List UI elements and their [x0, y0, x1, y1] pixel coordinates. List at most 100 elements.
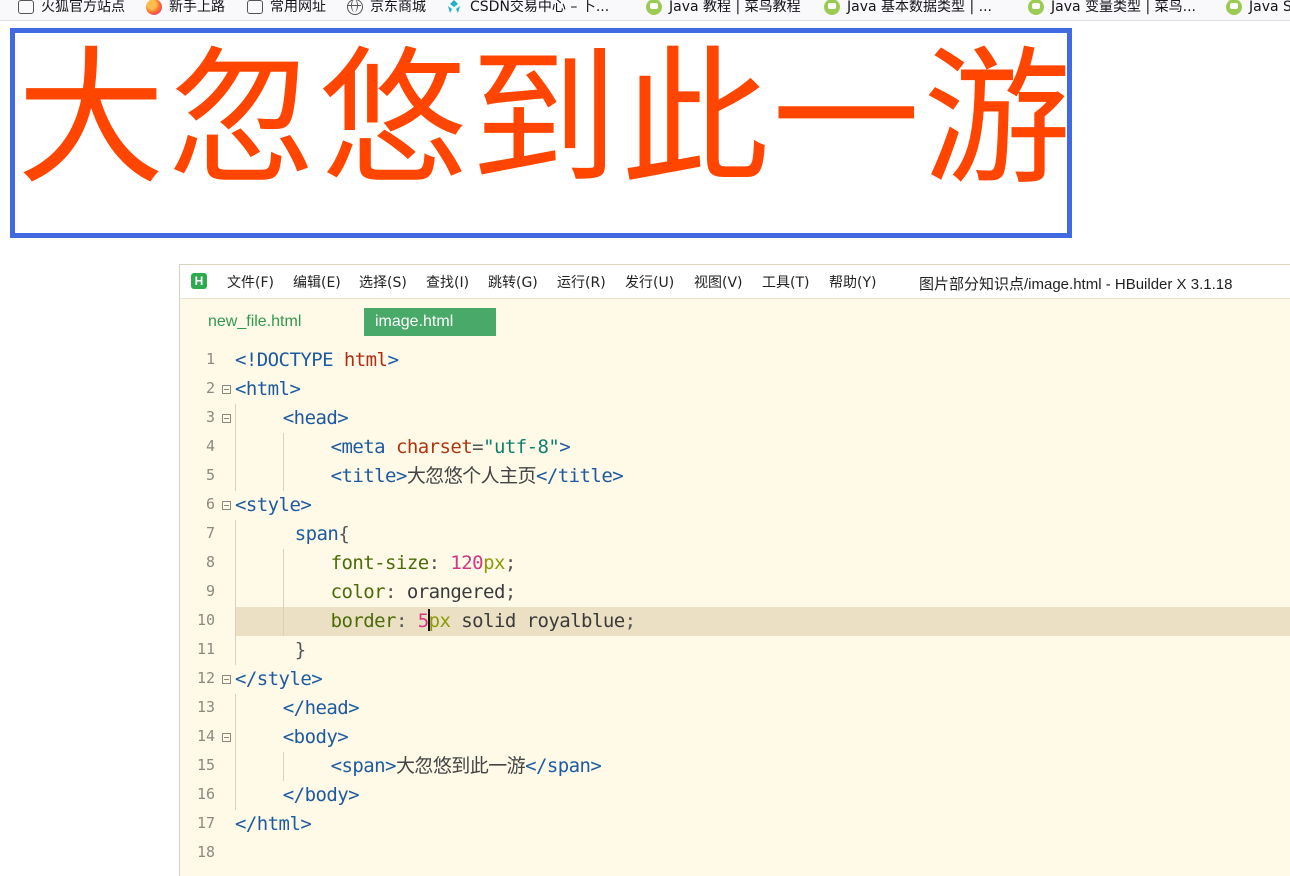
editor-tabs: new_file.html image.html [180, 298, 1290, 340]
menu-edit[interactable]: 编辑(E) [293, 272, 341, 292]
code-token: </span> [525, 755, 602, 777]
fold-toggle-icon[interactable] [222, 385, 231, 394]
code-line[interactable]: 10 border: 5px solid royalblue; [180, 607, 1290, 636]
bookmark-label: Java 教程 | 菜鸟教程 [669, 0, 801, 15]
line-number: 7 [205, 524, 215, 542]
line-number: 13 [196, 698, 215, 716]
indent-guide [235, 607, 236, 636]
bookmark-firefox-official[interactable]: 火狐官方站点 [18, 0, 125, 20]
line-number: 9 [205, 582, 215, 600]
code-token: = [472, 436, 484, 458]
menu-goto[interactable]: 跳转(G) [488, 272, 538, 292]
code-token: : [428, 552, 451, 574]
bookmark-label: 新手上路 [169, 0, 225, 15]
code-line[interactable]: 7 span{ [180, 520, 1290, 549]
bookmark-java-more[interactable]: Java S [1226, 0, 1290, 20]
bookmark-csdn[interactable]: CSDN交易中心 – 卜... [445, 0, 609, 20]
code-line[interactable]: 18 [180, 839, 1290, 868]
code-line[interactable]: 11} [180, 636, 1290, 665]
code-token: color [330, 581, 386, 603]
code-token: : [385, 581, 407, 603]
bookmark-common-sites[interactable]: 常用网址 [247, 0, 326, 20]
code-line[interactable]: 17 </html> [180, 810, 1290, 839]
indent-guide [235, 781, 236, 810]
bookmark-java-tutorial[interactable]: Java 教程 | 菜鸟教程 [646, 0, 801, 20]
hbuilder-editor-window: H 文件(F) 编辑(E) 选择(S) 查找(I) 跳转(G) 运行(R) 发行… [179, 264, 1290, 876]
code-token: 大忽悠到此一游 [395, 755, 526, 777]
code-token: <body> [282, 726, 349, 748]
code-token: </title> [535, 465, 624, 487]
code-token: solid royalblue [450, 610, 625, 632]
code-line[interactable]: 14 <body> [180, 723, 1290, 752]
code-text: <meta charset="utf-8"> [331, 435, 571, 459]
menu-view[interactable]: 视图(V) [694, 272, 743, 292]
code-token: <span> [330, 755, 397, 777]
code-token: > [559, 436, 571, 458]
bookmark-label: Java 基本数据类型 | ... [847, 0, 992, 15]
fold-toggle-icon[interactable] [222, 501, 231, 510]
globe-icon [347, 0, 363, 15]
code-line[interactable]: 2 <html> [180, 375, 1290, 404]
code-line[interactable]: 13 </head> [180, 694, 1290, 723]
menu-bar: H 文件(F) 编辑(E) 选择(S) 查找(I) 跳转(G) 运行(R) 发行… [180, 265, 1290, 299]
indent-guide [282, 607, 284, 636]
menu-tools[interactable]: 工具(T) [762, 272, 809, 292]
code-line[interactable]: 8 font-size: 120px; [180, 549, 1290, 578]
fold-toggle-icon[interactable] [222, 414, 231, 423]
menu-publish[interactable]: 发行(U) [625, 272, 674, 292]
menu-run[interactable]: 运行(R) [557, 272, 606, 292]
code-token: > [387, 349, 399, 371]
indent-guide [235, 520, 236, 549]
code-token: 大忽悠个人主页 [406, 465, 537, 487]
code-token: <head> [282, 407, 349, 429]
bookmark-getting-started[interactable]: 新手上路 [146, 0, 225, 20]
tab-new-file[interactable]: new_file.html [208, 308, 301, 336]
code-token: </head> [282, 697, 360, 719]
code-line[interactable]: 16 </body> [180, 781, 1290, 810]
bookmark-java-datatypes[interactable]: Java 基本数据类型 | ... [824, 0, 992, 20]
menu-file[interactable]: 文件(F) [227, 272, 274, 292]
menu-find[interactable]: 查找(I) [426, 272, 469, 292]
indent-guide [235, 549, 236, 578]
code-text: <body> [282, 725, 349, 749]
indent-guide [282, 433, 284, 462]
line-number: 10 [196, 611, 215, 629]
line-number: 11 [196, 640, 215, 658]
code-text: } [295, 638, 306, 662]
code-line[interactable]: 5 <title>大忽悠个人主页</title> [180, 462, 1290, 491]
code-text: font-size: 120px; [331, 551, 517, 575]
indent-guide [235, 578, 236, 607]
tab-image[interactable]: image.html [364, 308, 496, 336]
code-line[interactable]: 3 <head> [180, 404, 1290, 433]
menu-select[interactable]: 选择(S) [359, 272, 407, 292]
rendered-span-box: 大忽悠到此一游 [10, 28, 1072, 238]
code-text: </body> [282, 783, 360, 807]
fold-toggle-icon[interactable] [222, 733, 231, 742]
indent-guide [235, 404, 236, 433]
line-number: 2 [205, 379, 215, 397]
fold-toggle-icon[interactable] [222, 675, 231, 684]
code-text: <head> [282, 406, 349, 430]
code-line[interactable]: 1 <!DOCTYPE html> [180, 346, 1290, 375]
code-token: { [338, 523, 350, 545]
indent-guide [235, 723, 236, 752]
code-line[interactable]: 4 <meta charset="utf-8"> [180, 433, 1290, 462]
bookmarks-bar: 火狐官方站点 新手上路 常用网址 京东商城 CSDN交易中心 – 卜... Ja… [0, 0, 1290, 21]
code-token: <meta [330, 436, 396, 458]
code-line[interactable]: 6 <style> [180, 491, 1290, 520]
menu-help[interactable]: 帮助(Y) [829, 272, 876, 292]
code-line[interactable]: 12 </style> [180, 665, 1290, 694]
code-line[interactable]: 9 color: orangered; [180, 578, 1290, 607]
code-token: </body> [282, 784, 360, 806]
bookmark-label: 京东商城 [370, 0, 426, 15]
bookmark-jd[interactable]: 京东商城 [347, 0, 426, 20]
code-text: <style> [235, 493, 312, 517]
code-token: charset [395, 436, 473, 458]
code-token: px [428, 610, 451, 632]
line-number: 8 [205, 553, 215, 571]
bookmark-java-variables[interactable]: Java 变量类型 | 菜鸟... [1028, 0, 1196, 20]
line-number: 16 [196, 785, 215, 803]
line-number: 15 [196, 756, 215, 774]
code-text: <span>大忽悠到此一游</span> [331, 754, 602, 778]
code-line[interactable]: 15 <span>大忽悠到此一游</span> [180, 752, 1290, 781]
